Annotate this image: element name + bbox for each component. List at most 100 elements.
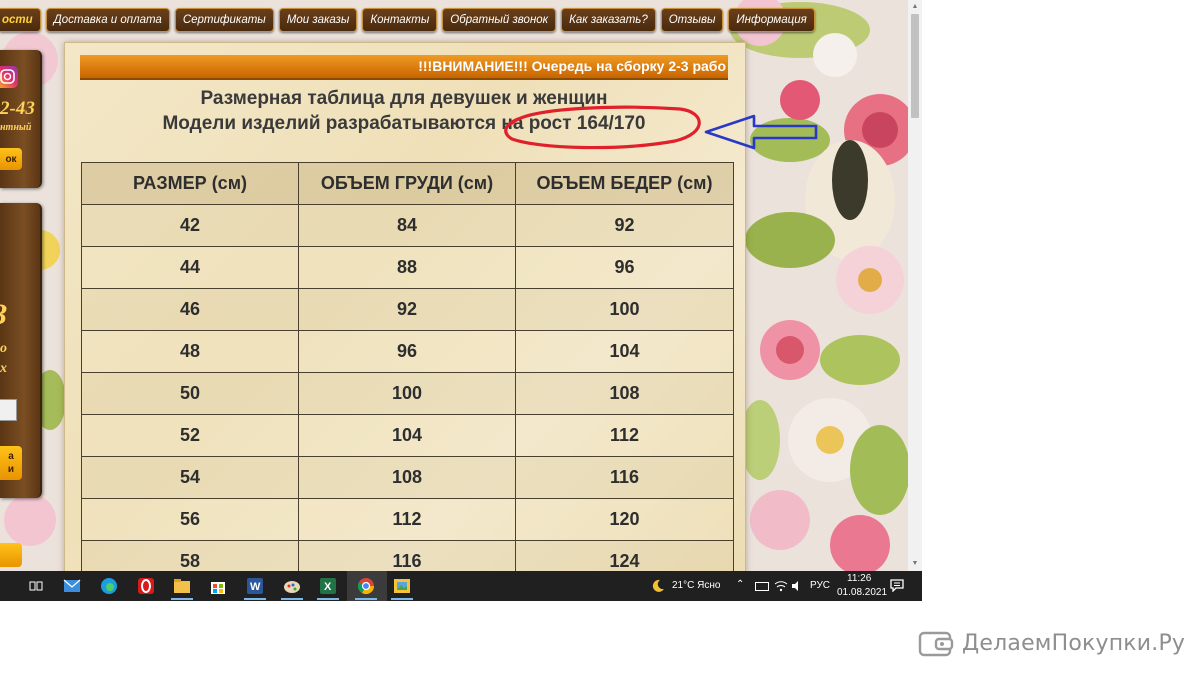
table-row: 54 108 116	[81, 456, 734, 499]
cell-bust: 88	[298, 246, 516, 289]
sidebar-button-3[interactable]	[0, 543, 22, 567]
cell-bust: 100	[298, 372, 516, 415]
weather-text[interactable]: 21°C Ясно	[672, 580, 720, 591]
chrome-icon[interactable]	[356, 576, 376, 596]
nav-my-orders[interactable]: Мои заказы	[278, 8, 358, 32]
sidebar-button-2[interactable]: а и	[0, 446, 22, 480]
language-indicator[interactable]: РУС	[810, 580, 830, 591]
cell-size: 48	[81, 330, 299, 373]
cell-hips: 92	[515, 204, 734, 247]
sidebar-button-1[interactable]: ок	[0, 148, 22, 170]
battery-icon[interactable]	[755, 582, 769, 591]
task-view-icon[interactable]	[26, 576, 46, 596]
table-row: 42 84 92	[81, 204, 734, 247]
nav-certificates[interactable]: Сертификаты	[174, 8, 274, 32]
instagram-icon[interactable]	[0, 66, 18, 88]
table-row: 46 92 100	[81, 288, 734, 331]
svg-text:X: X	[324, 581, 332, 593]
table-row: 56 112 120	[81, 498, 734, 541]
cell-hips: 116	[515, 456, 734, 499]
table-row: 48 96 104	[81, 330, 734, 373]
excel-running-indicator	[317, 598, 339, 600]
opera-icon[interactable]	[136, 576, 156, 596]
mail-icon[interactable]	[62, 576, 82, 596]
size-table: РАЗМЕР (см) ОБЪЕМ ГРУДИ (см) ОБЪЕМ БЕДЕР…	[81, 162, 734, 583]
cell-hips: 112	[515, 414, 734, 457]
edge-browser-icon[interactable]	[99, 576, 119, 596]
cell-hips: 100	[515, 288, 734, 331]
watermark-text: ДелаемПокупки.Ру	[962, 630, 1186, 656]
clock-date[interactable]: 01.08.2021	[837, 587, 887, 598]
file-explorer-running-indicator	[171, 598, 193, 600]
notice-marquee: !!!ВНИМАНИЕ!!! Очередь на сборку 2-3 раб…	[80, 55, 728, 80]
store-icon[interactable]	[208, 576, 228, 596]
notifications-icon[interactable]	[890, 579, 904, 597]
image-viewer-icon[interactable]	[392, 576, 412, 596]
nav-callback[interactable]: Обратный звонок	[442, 8, 557, 32]
cell-bust: 108	[298, 456, 516, 499]
nav-delivery-payment[interactable]: Доставка и оплата	[45, 8, 170, 32]
sidebar-input[interactable]	[0, 399, 17, 421]
table-row: 50 100 108	[81, 372, 734, 415]
cell-size: 56	[81, 498, 299, 541]
header-size: РАЗМЕР (см)	[81, 162, 299, 205]
paint-icon[interactable]	[282, 576, 302, 596]
weather-moon-icon[interactable]	[651, 579, 665, 598]
cell-bust: 84	[298, 204, 516, 247]
cell-hips: 120	[515, 498, 734, 541]
header-hips: ОБЪЕМ БЕДЕР (см)	[515, 162, 734, 205]
scroll-up-arrow-icon[interactable]: ▲	[911, 2, 919, 12]
chrome-running-indicator	[355, 598, 377, 600]
wallet-icon	[918, 631, 954, 657]
cell-hips: 104	[515, 330, 734, 373]
table-row: 44 88 96	[81, 246, 734, 289]
nav-how-to-order[interactable]: Как заказать?	[561, 8, 656, 32]
red-circle-annotation	[504, 105, 701, 150]
cell-size: 44	[81, 246, 299, 289]
cell-bust: 96	[298, 330, 516, 373]
sidebar-script-sub1: о	[0, 341, 7, 356]
nav-information[interactable]: Информация	[728, 8, 815, 32]
file-explorer-icon[interactable]	[172, 576, 192, 596]
cell-hips: 108	[515, 372, 734, 415]
sidebar-phone-sub-fragment: нтный	[0, 122, 32, 133]
cell-size: 46	[81, 288, 299, 331]
watermark: ДелаемПокупки.Ру	[918, 628, 1185, 658]
browser-screenshot: ости Доставка и оплата Сертификаты Мои з…	[0, 0, 922, 601]
volume-icon[interactable]	[791, 579, 803, 597]
windows-taskbar: W X 21°C Ясно ⌃ РУС 11:26 01.08.2021	[0, 571, 922, 601]
paint-running-indicator	[281, 598, 303, 600]
vertical-scrollbar[interactable]: ▲ ▼	[908, 0, 922, 571]
image-viewer-running-indicator	[391, 598, 413, 600]
svg-text:W: W	[250, 581, 261, 593]
sidebar-script-sub2: х	[0, 361, 7, 376]
sidebar-phone-fragment: 2-43	[0, 98, 35, 119]
table-header-row: РАЗМЕР (см) ОБЪЕМ ГРУДИ (см) ОБЪЕМ БЕДЕР…	[81, 162, 734, 205]
nav-news[interactable]: ости	[0, 8, 41, 32]
cell-bust: 92	[298, 288, 516, 331]
sidebar-script-letter: З	[0, 298, 7, 332]
cell-size: 54	[81, 456, 299, 499]
word-icon[interactable]: W	[245, 576, 265, 596]
scroll-thumb[interactable]	[911, 14, 919, 118]
nav-reviews[interactable]: Отзывы	[660, 8, 724, 32]
cell-hips: 96	[515, 246, 734, 289]
scroll-down-arrow-icon[interactable]: ▼	[911, 559, 919, 569]
tray-chevron-up-icon[interactable]: ⌃	[736, 579, 744, 590]
header-bust: ОБЪЕМ ГРУДИ (см)	[298, 162, 516, 205]
cell-size: 50	[81, 372, 299, 415]
sidebar-button-2-line2: и	[7, 464, 15, 475]
wifi-icon[interactable]	[774, 579, 788, 597]
excel-icon[interactable]: X	[318, 576, 338, 596]
nav-contacts[interactable]: Контакты	[362, 8, 438, 32]
table-row: 52 104 112	[81, 414, 734, 457]
cell-bust: 112	[298, 498, 516, 541]
top-navigation: ости Доставка и оплата Сертификаты Мои з…	[0, 8, 815, 32]
sidebar-button-2-line1: а	[8, 451, 14, 462]
cell-size: 52	[81, 414, 299, 457]
clock-time[interactable]: 11:26	[847, 573, 871, 584]
notice-text: !!!ВНИМАНИЕ!!! Очередь на сборку 2-3 раб…	[418, 58, 726, 74]
blue-arrow-annotation	[704, 114, 818, 150]
word-running-indicator	[244, 598, 266, 600]
cell-bust: 104	[298, 414, 516, 457]
